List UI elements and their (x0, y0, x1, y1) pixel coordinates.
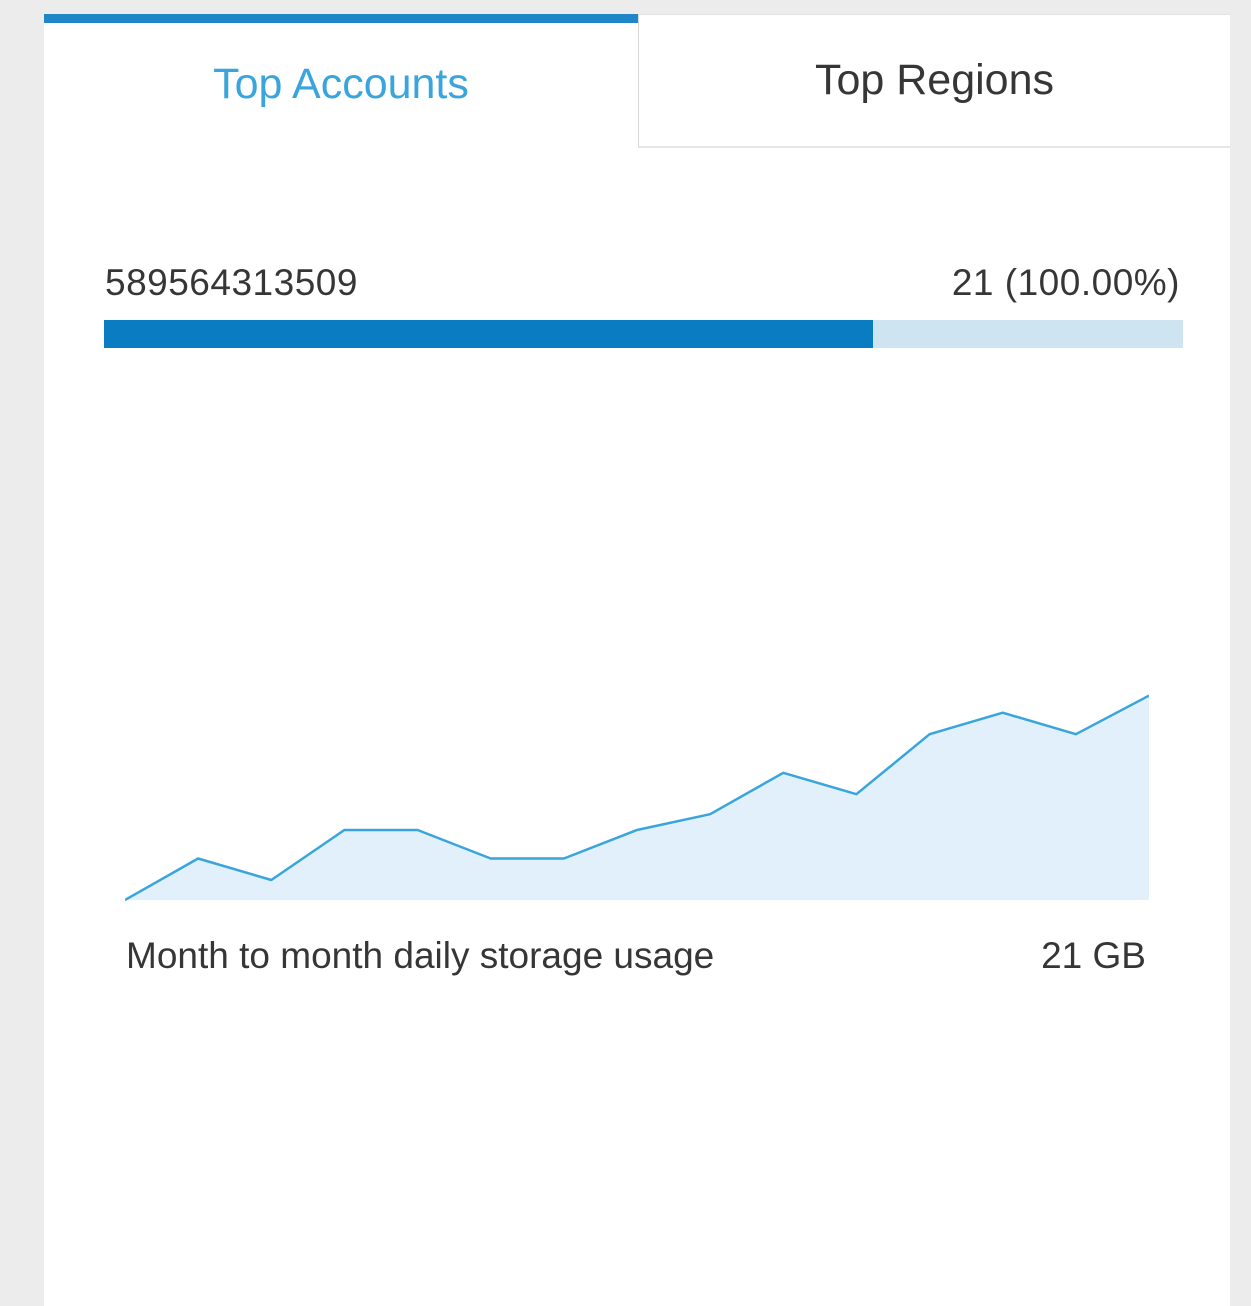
account-id: 589564313509 (105, 262, 358, 303)
account-usage-bar (104, 320, 1183, 348)
usage-caption: Month to month daily storage usage (126, 935, 715, 976)
tab-top-accounts[interactable]: Top Accounts (44, 14, 638, 148)
usage-total: 21 GB (1041, 935, 1146, 976)
storage-usage-sparkline (125, 694, 1149, 902)
sparkline-area (125, 695, 1149, 900)
tab-top-regions[interactable]: Top Regions (638, 14, 1230, 148)
account-usage-value: 21 (100.00%) (951, 262, 1180, 303)
storage-usage-card: Top Accounts Top Regions 589564313509 21… (44, 14, 1230, 1306)
tab-bar: Top Accounts Top Regions (44, 14, 1230, 148)
account-usage-bar-fill (104, 320, 874, 348)
